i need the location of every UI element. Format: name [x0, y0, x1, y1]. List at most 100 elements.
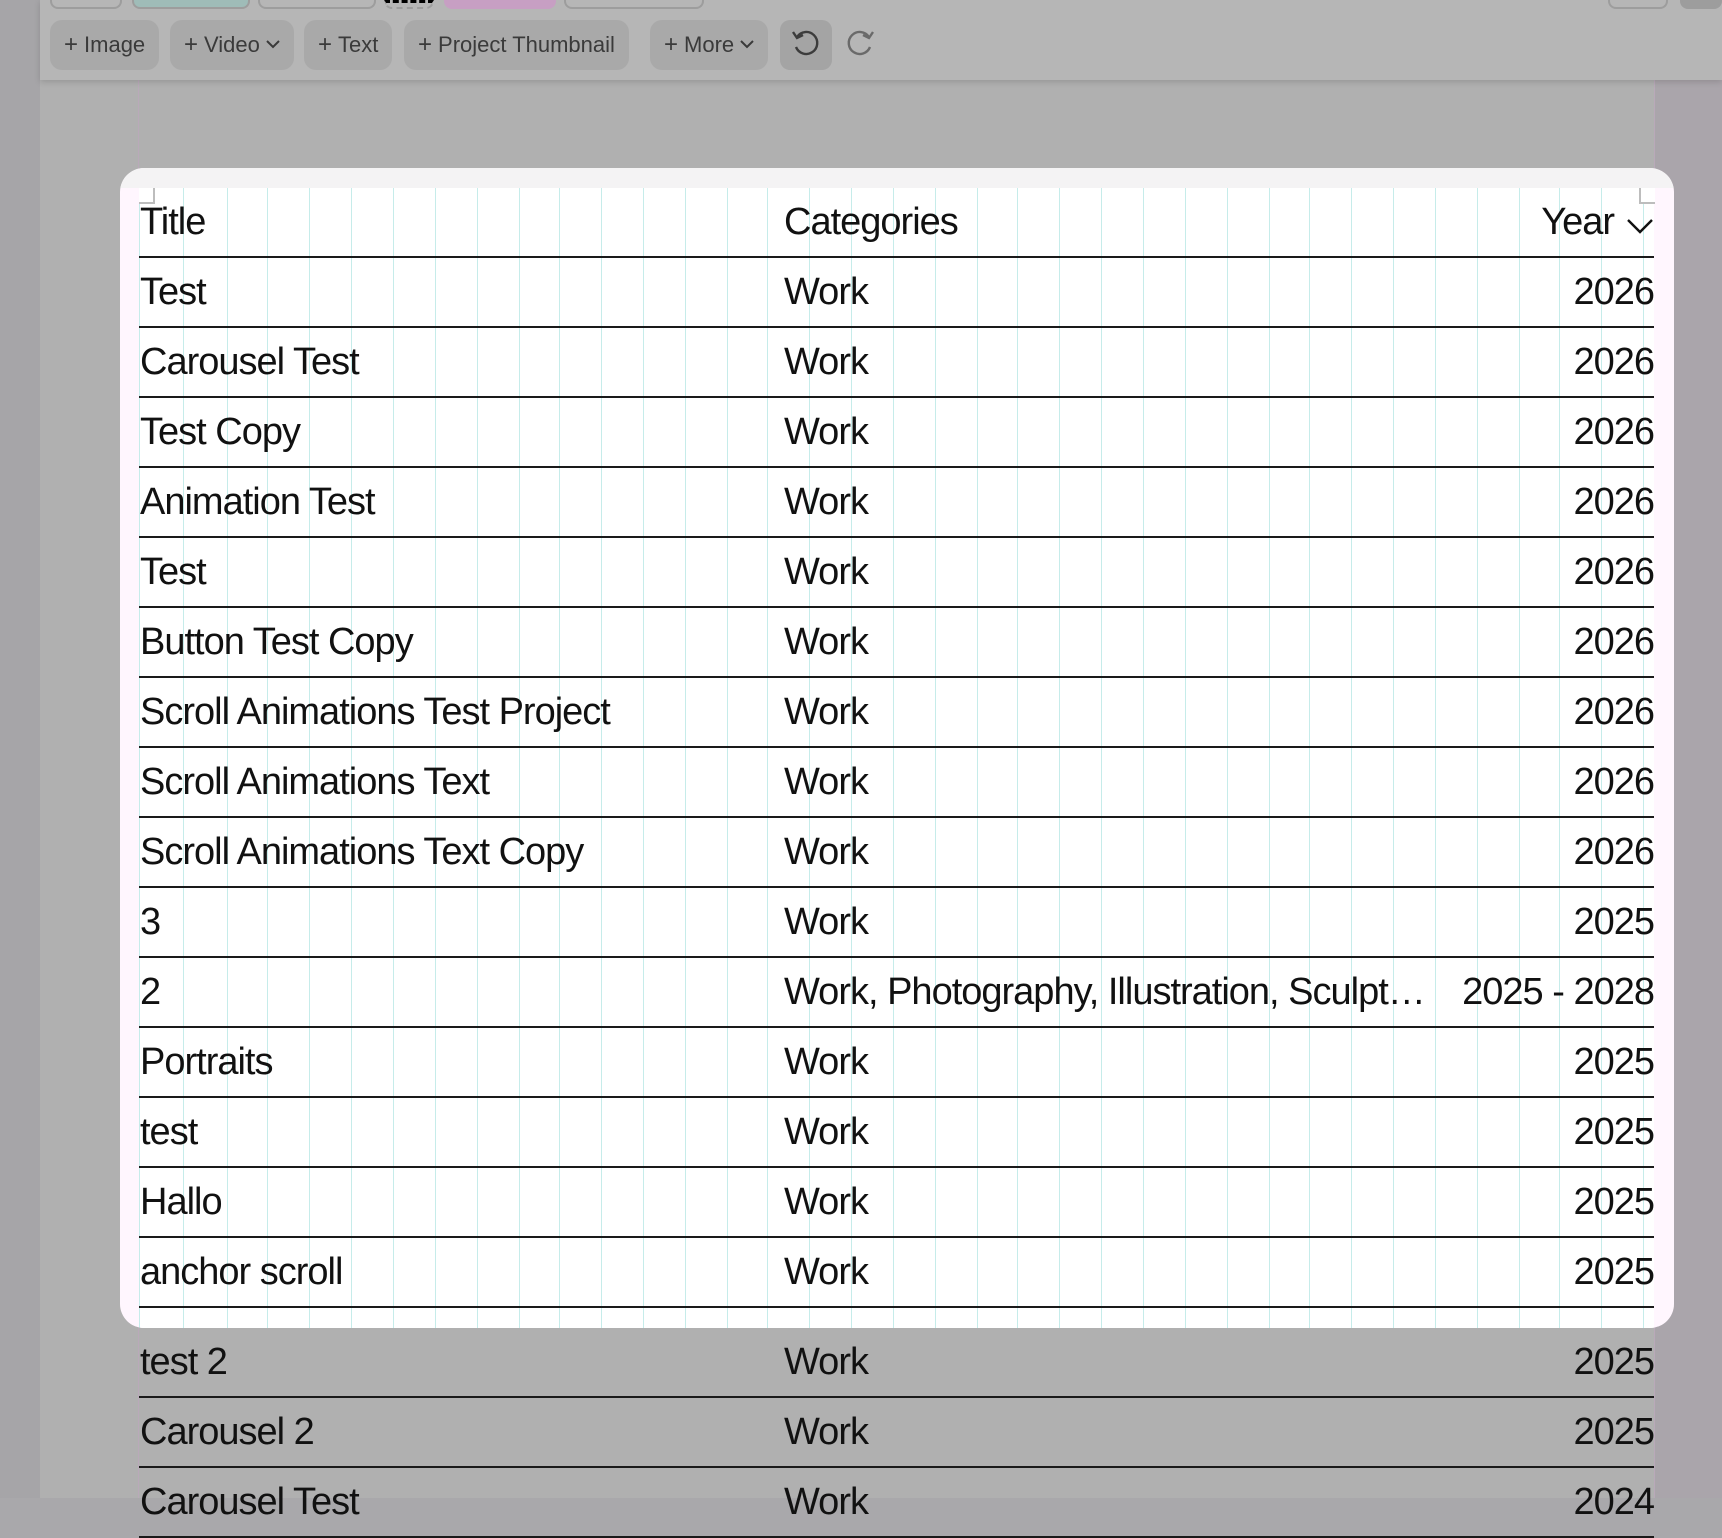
table-row[interactable]: Carousel Test Work 2024 [139, 1468, 1655, 1538]
more-label: More [684, 32, 735, 57]
panel-top-bar [120, 168, 1674, 188]
toolbar-tab-stub[interactable] [258, 0, 376, 9]
plus-icon: + [64, 31, 79, 58]
row-title: 2 [140, 970, 161, 1013]
row-year: 2026 [1573, 480, 1654, 523]
header-year[interactable]: Year [1541, 188, 1654, 256]
row-title: Scroll Animations Text Copy [140, 830, 584, 873]
row-categories: Work [784, 270, 869, 313]
table-row[interactable]: Scroll Animations Text Copy Work 2026 [139, 818, 1654, 888]
row-year: 2024 [1573, 1480, 1655, 1523]
table-row[interactable]: Animation Test Work 2026 [139, 468, 1654, 538]
row-categories: Work [784, 1180, 869, 1223]
row-title: Button Test Copy [140, 620, 414, 663]
table-row[interactable]: Carousel Test Work 2026 [139, 328, 1654, 398]
selected-table-block[interactable]: Title Categories Year Test Work 2026 Carous… [120, 168, 1674, 1328]
row-categories: Work [784, 1040, 869, 1083]
row-categories: Work [784, 480, 869, 523]
row-title: Hallo [140, 1180, 223, 1223]
left-panel-edge [0, 0, 40, 1498]
add-text-label: Text [338, 32, 379, 57]
table-row[interactable]: test Work 2025 [139, 1098, 1654, 1168]
undo-button[interactable] [780, 20, 832, 70]
row-categories: Work [784, 900, 869, 943]
row-year: 2025 [1573, 1110, 1654, 1153]
row-year: 2025 [1573, 1250, 1654, 1293]
row-year: 2026 [1573, 410, 1654, 453]
row-year: 2025 - 2028 [1462, 970, 1654, 1013]
row-categories: Work [784, 1250, 869, 1293]
table-row[interactable]: Test Copy Work 2026 [139, 398, 1654, 468]
table-row[interactable]: anchor scroll Work 2025 [139, 1238, 1654, 1308]
row-categories: Work [784, 1480, 869, 1523]
table-row[interactable]: 2 Work, Photography, Illustration, Sculpt… [139, 958, 1654, 1028]
table-row[interactable]: Scroll Animations Text Work 2026 [139, 748, 1654, 818]
more-button[interactable]: + More [650, 20, 769, 70]
header-categories[interactable]: Categories [784, 188, 959, 256]
table-row[interactable]: Test Work 2026 [139, 258, 1654, 328]
row-categories: Work [784, 760, 869, 803]
toolbar-tab-stub[interactable] [444, 0, 556, 9]
table-row[interactable]: 3 Work 2025 [139, 888, 1654, 958]
row-categories: Work [784, 1110, 869, 1153]
chevron-down-icon[interactable] [1614, 201, 1654, 244]
table-row[interactable]: Test Work 2026 [139, 538, 1654, 608]
row-categories: Work [784, 550, 869, 593]
row-year: 2026 [1573, 690, 1654, 733]
add-project-thumbnail-label: Project Thumbnail [438, 32, 615, 57]
table-row[interactable]: Scroll Animations Test Project Work 2026 [139, 678, 1654, 748]
plus-icon: + [664, 31, 679, 58]
plus-icon: + [184, 31, 199, 58]
add-project-thumbnail-button[interactable]: + Project Thumbnail [404, 20, 629, 70]
toolbar-tab-stub[interactable] [564, 0, 704, 9]
toolbar-tab-stub[interactable] [1608, 0, 1668, 9]
row-title: Carousel Test [140, 1480, 360, 1523]
redo-button[interactable] [834, 20, 886, 70]
row-categories: Work [784, 340, 869, 383]
project-table: Title Categories Year Test Work 2026 Carous… [139, 188, 1654, 1328]
redo-icon [845, 28, 875, 63]
undo-icon [791, 28, 821, 63]
chevron-down-icon [740, 36, 754, 54]
table-row[interactable]: Portraits Work 2025 [139, 1028, 1654, 1098]
row-year: 2026 [1573, 550, 1654, 593]
row-categories: Work [784, 830, 869, 873]
row-title: Test Copy [140, 410, 301, 453]
row-year: 2025 [1573, 1410, 1655, 1453]
row-year: 2026 [1573, 830, 1654, 873]
row-title: test [140, 1110, 198, 1153]
resize-handle-top-left[interactable] [139, 188, 155, 204]
row-title: Carousel Test [140, 340, 360, 383]
row-categories: Work, Photography, Illustration, Sculpt… [784, 970, 1426, 1013]
add-video-button[interactable]: + Video [170, 20, 294, 70]
row-title: Test [140, 270, 207, 313]
row-year: 2026 [1573, 760, 1654, 803]
table-row[interactable]: Button Test Copy Work 2026 [139, 608, 1654, 678]
add-text-button[interactable]: + Text [304, 20, 393, 70]
toolbar-tab-stub[interactable] [384, 0, 434, 9]
toolbar-tab-stub[interactable] [50, 0, 122, 9]
row-year: 2025 [1573, 1040, 1654, 1083]
resize-handle-top-right[interactable] [1639, 188, 1655, 204]
row-categories: Work [784, 1340, 869, 1383]
add-image-button[interactable]: + Image [50, 20, 160, 70]
header-year-label: Year [1541, 200, 1615, 243]
row-title: Portraits [140, 1040, 273, 1083]
plus-icon: + [418, 31, 433, 58]
table-header: Title Categories Year [139, 188, 1654, 258]
row-year: 2026 [1573, 620, 1654, 663]
row-title: Test [140, 550, 207, 593]
toolbar-tab-stub[interactable] [1680, 0, 1722, 9]
row-categories: Work [784, 1410, 869, 1453]
row-title: Scroll Animations Text [140, 760, 490, 803]
row-categories: Work [784, 410, 869, 453]
row-year: 2026 [1573, 340, 1654, 383]
table-row[interactable]: Carousel 2 Work 2025 [139, 1398, 1655, 1468]
row-title: Scroll Animations Test Project [140, 690, 611, 733]
table-row[interactable]: test 2 Work 2025 [139, 1328, 1655, 1398]
table-row[interactable]: Hallo Work 2025 [139, 1168, 1654, 1238]
row-year: 2026 [1573, 270, 1654, 313]
toolbar-tab-stub[interactable] [132, 0, 250, 9]
chevron-down-icon [266, 36, 280, 54]
editor-toolbar: + Image + Video + Text + Project Thumbna… [40, 0, 1722, 80]
